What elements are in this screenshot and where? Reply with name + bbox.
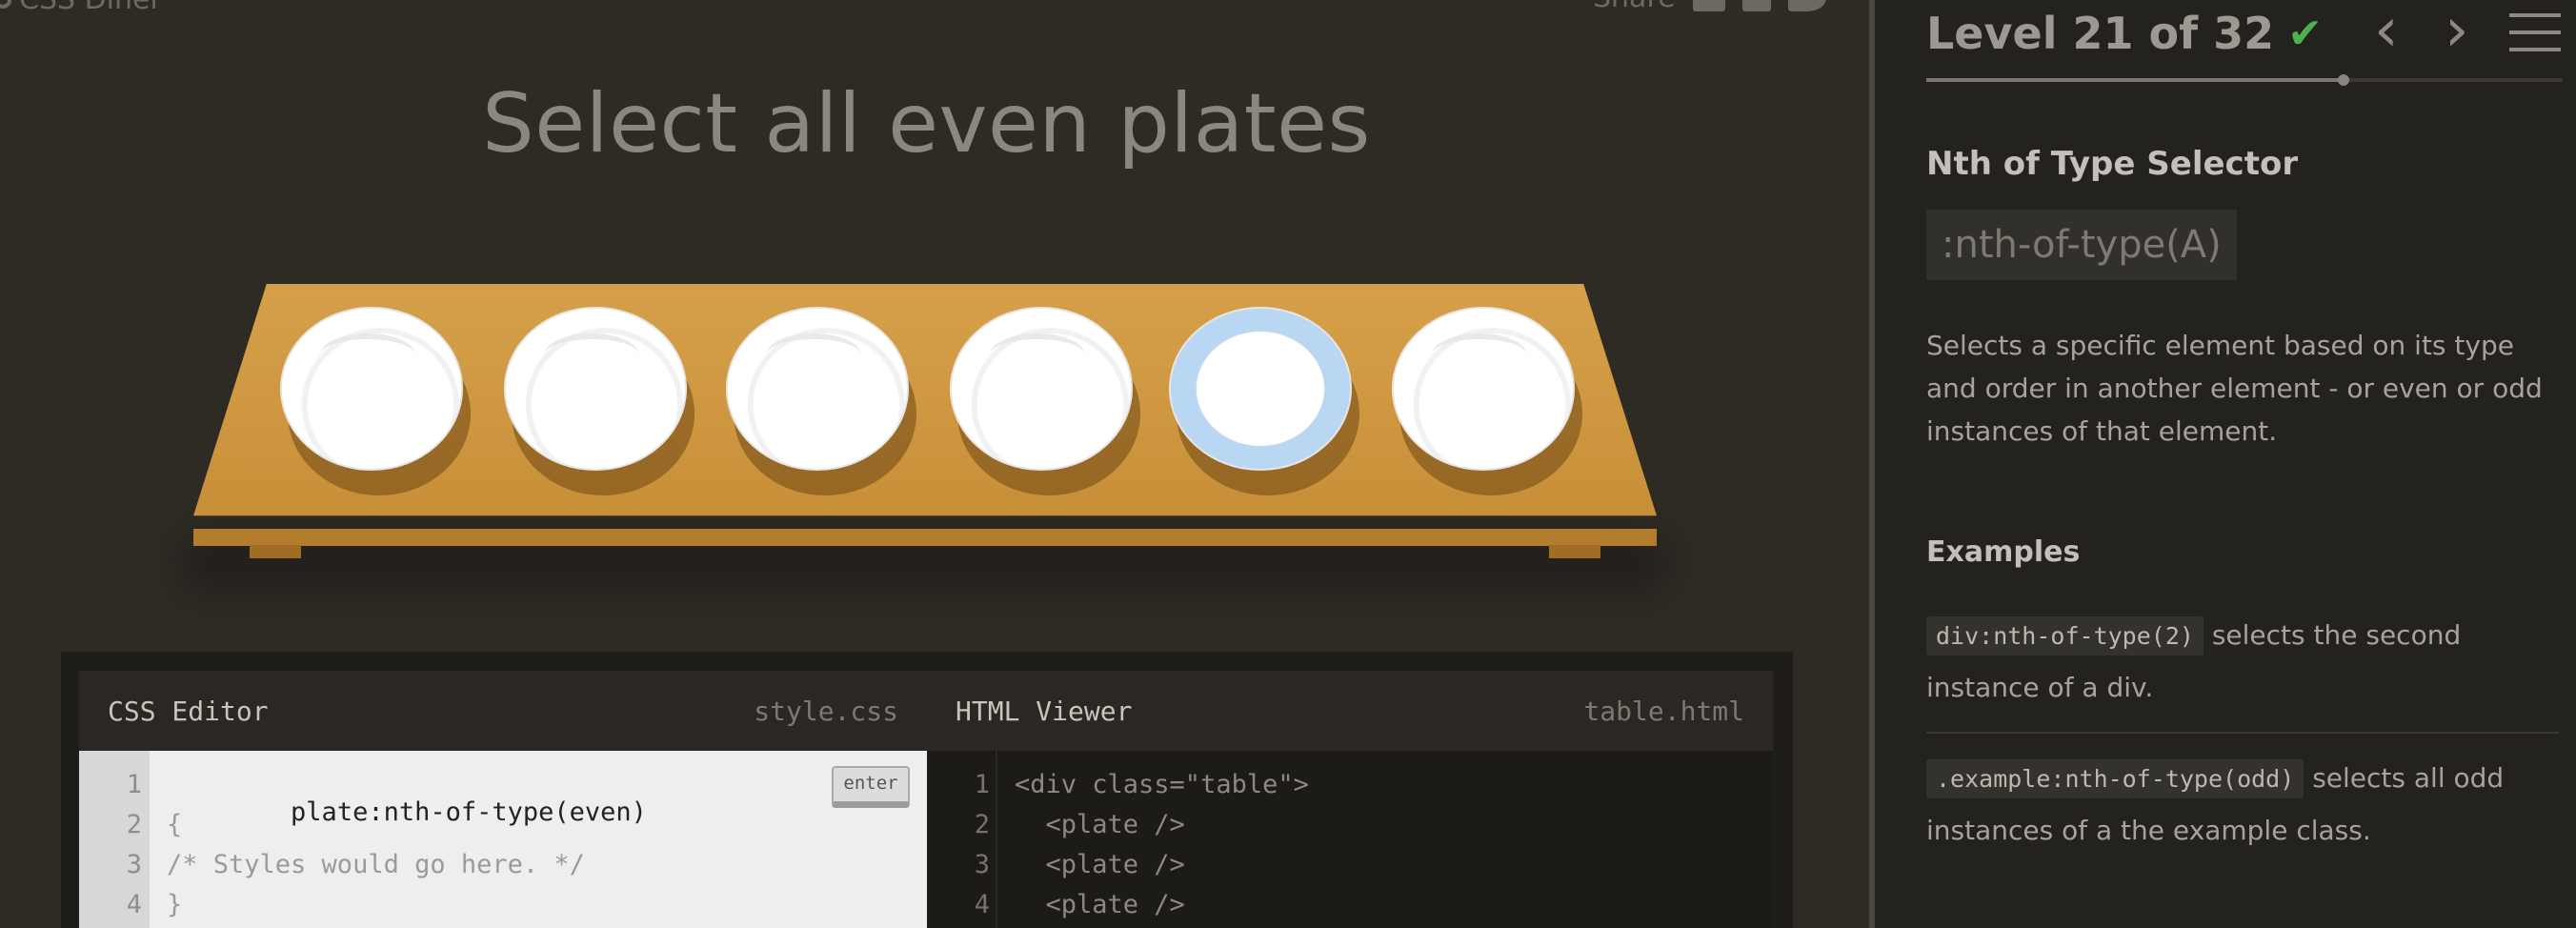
example-code: div:nth-of-type(2) <box>1926 616 2204 656</box>
css-editor-header: CSS Editor style.css <box>79 671 927 751</box>
code-line: /* Styles would go here. */ <box>167 850 585 879</box>
next-arrow-icon[interactable]: › <box>2445 0 2469 61</box>
plate-2 <box>504 307 694 495</box>
line-number: 3 <box>974 850 990 879</box>
plate-5 <box>1169 307 1359 495</box>
progress-marker <box>2338 74 2350 86</box>
html-viewer-title: HTML Viewer <box>956 695 1133 727</box>
markup-line[interactable]: <plate /> <box>1015 810 1185 839</box>
table-leg <box>250 545 301 558</box>
css-editor-title: CSS Editor <box>108 695 269 727</box>
html-viewer: HTML Viewer table.html 1 2 3 4 <div clas… <box>927 671 1773 928</box>
css-selector-input[interactable] <box>291 797 901 827</box>
example-code: .example:nth-of-type(odd) <box>1926 759 2304 798</box>
level-header[interactable]: Level 21 of 32 ✔ <box>1926 8 2323 59</box>
plate-1 <box>280 307 471 495</box>
html-viewer-header: HTML Viewer table.html <box>927 671 1773 751</box>
line-number: 3 <box>126 850 142 879</box>
html-viewer-body: 1 2 3 4 <div class="table"> <plate /> <p… <box>927 751 1773 928</box>
example-item: .example:nth-of-type(odd) selects all od… <box>1926 753 2546 857</box>
css-editor: CSS Editor style.css 1 2 3 4 { /* Styles… <box>79 671 927 928</box>
sidebar: Level 21 of 32 ✔ ‹ › Nth of Type Selecto… <box>1875 0 2576 928</box>
line-gutter: 1 2 3 4 <box>79 751 150 928</box>
plate-4 <box>950 307 1140 495</box>
line-number: 1 <box>126 770 142 799</box>
line-number: 4 <box>974 890 990 919</box>
plate[interactable] <box>726 307 909 471</box>
example-item: div:nth-of-type(2) selects the second in… <box>1926 610 2546 714</box>
line-gutter: 1 2 3 4 <box>927 751 997 928</box>
css-editor-body: 1 2 3 4 { /* Styles would go here. */ } … <box>79 751 927 928</box>
enter-button[interactable]: enter <box>832 766 910 808</box>
example-divider <box>1926 732 2559 734</box>
menu-icon[interactable] <box>2509 13 2561 65</box>
plate[interactable] <box>504 307 687 471</box>
selector-description: Selects a specific element based on its … <box>1926 330 2543 447</box>
line-number: 2 <box>974 810 990 839</box>
line-number: 4 <box>126 890 142 919</box>
markup-line[interactable]: <div class="table"> <box>1015 770 1309 799</box>
html-file-name: table.html <box>1583 695 1744 727</box>
markup-line[interactable]: <plate /> <box>1015 850 1185 879</box>
line-number: 2 <box>126 810 142 839</box>
check-icon: ✔ <box>2287 9 2324 58</box>
plate-3 <box>726 307 916 495</box>
line-number: 1 <box>974 770 990 799</box>
game-area: CSS Diner Share Select all even plates <box>0 0 1869 928</box>
plate[interactable] <box>280 307 463 471</box>
plate[interactable] <box>950 307 1133 471</box>
level-progress <box>1926 74 2563 86</box>
progress-fill <box>1926 78 2345 82</box>
markup-line[interactable]: <plate /> <box>1015 890 1185 919</box>
prev-arrow-icon[interactable]: ‹ <box>2374 0 2399 61</box>
table-leg <box>1549 545 1600 558</box>
plate-6 <box>1392 307 1582 495</box>
examples-title: Examples <box>1926 535 2081 569</box>
plate-selected[interactable] <box>1169 307 1352 471</box>
code-line: { <box>167 810 183 839</box>
level-indicator[interactable]: Level 21 of 32 <box>1926 8 2274 59</box>
css-file-name: style.css <box>754 695 898 727</box>
table <box>0 0 1869 667</box>
table-edge <box>193 529 1657 546</box>
selector-syntax: :nth-of-type(A) <box>1926 210 2237 280</box>
code-line: } <box>167 890 183 919</box>
plate[interactable] <box>1392 307 1575 471</box>
selector-name: Nth of Type Selector <box>1926 145 2299 183</box>
